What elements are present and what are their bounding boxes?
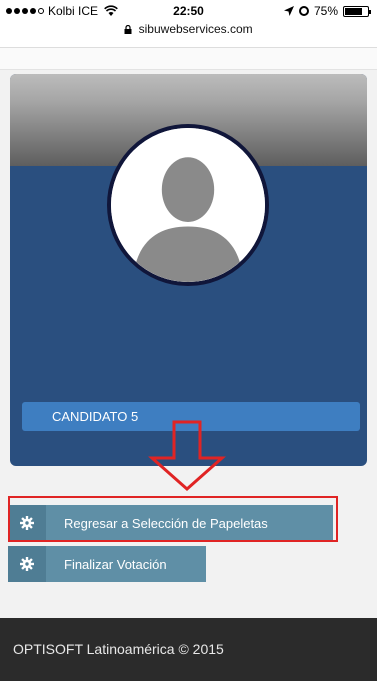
annotation-arrow-icon [148,420,226,492]
url-bar[interactable]: sibuwebservices.com [0,22,377,48]
status-right: 75% [283,4,371,18]
annotation-highlight-box [8,496,338,542]
finish-button-label: Finalizar Votación [64,556,167,572]
footer: OPTISOFT Latinoamérica © 2015 [0,618,377,681]
lock-icon [124,25,132,34]
battery-icon [343,5,371,17]
url-text: sibuwebservices.com [138,22,253,36]
person-placeholder-icon [111,128,265,282]
location-arrow-icon [283,6,294,16]
page-header-strip [0,48,377,70]
alarm-icon [298,6,309,16]
gear-icon [8,546,46,582]
footer-text: OPTISOFT Latinoamérica © 2015 [13,641,224,657]
candidate-avatar [107,124,269,286]
candidate-card: CANDIDATO 5 [10,74,367,466]
status-bar: Kolbi ICE 22:50 75% [0,0,377,22]
finish-voting-button[interactable]: Finalizar Votación [8,546,206,582]
battery-percent: 75% [313,4,338,18]
